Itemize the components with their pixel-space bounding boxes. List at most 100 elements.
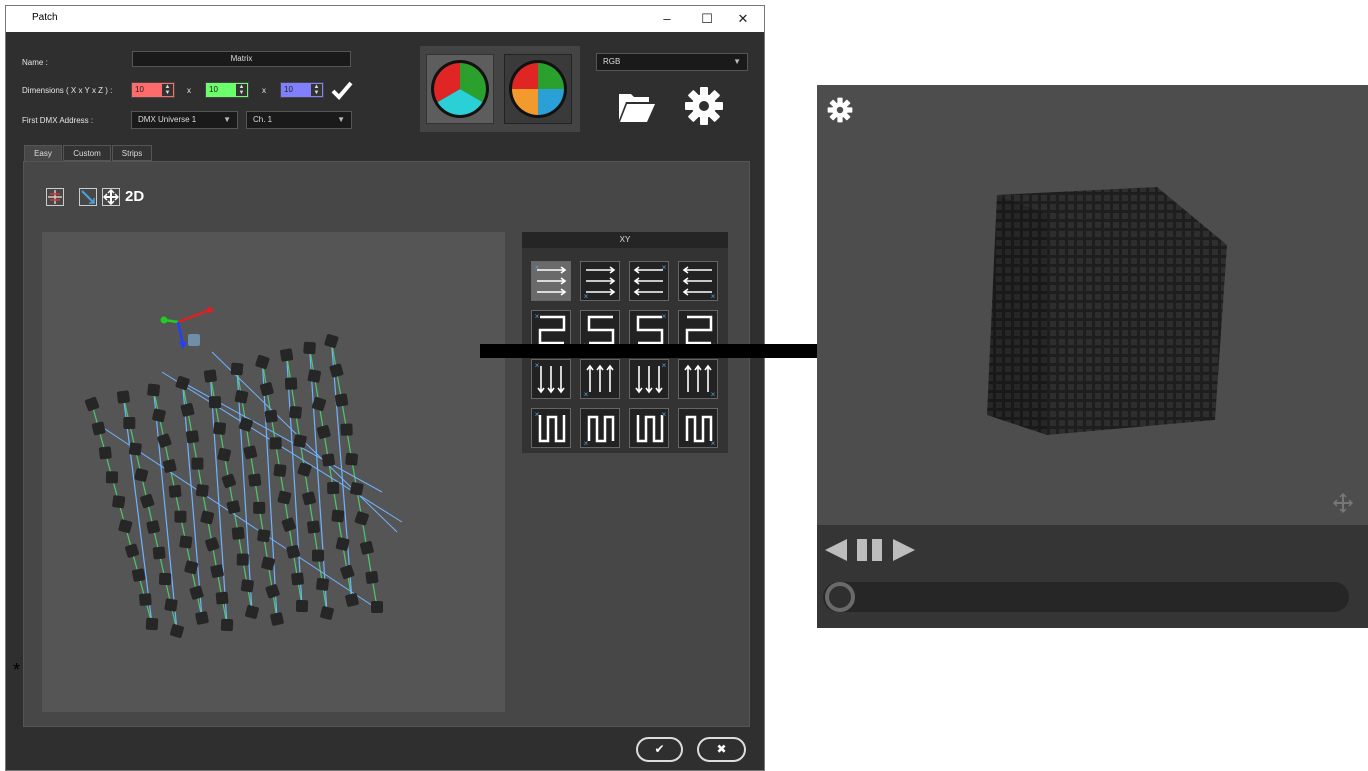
- led-pixel: [280, 348, 294, 362]
- led-pixel: [213, 422, 227, 435]
- folder-open-icon[interactable]: [617, 88, 657, 124]
- rgbw-wheel-button[interactable]: [504, 54, 572, 124]
- svg-text:×: ×: [662, 410, 667, 419]
- led-pixel: [255, 354, 270, 370]
- check-icon[interactable]: [331, 80, 353, 100]
- led-pixel: [331, 509, 345, 523]
- wire-line: [182, 382, 228, 626]
- led-pixel: [257, 529, 271, 543]
- gear-icon[interactable]: [827, 97, 853, 123]
- close-icon: ✖: [716, 742, 727, 756]
- led-pixel: [264, 409, 278, 423]
- spin-arrows-icon[interactable]: ▲ ▼: [162, 84, 173, 96]
- rgbw-wheel-icon: [509, 60, 567, 118]
- dim-x-spinbox[interactable]: 10 ▲ ▼: [131, 82, 175, 98]
- split-view-icon[interactable]: [46, 188, 64, 206]
- led-pixel: [170, 624, 184, 638]
- corner-select-icon[interactable]: [79, 188, 97, 206]
- wire-line: [182, 382, 203, 619]
- playback-slider[interactable]: [823, 582, 1349, 612]
- dim-y-spinbox[interactable]: 10 ▲ ▼: [205, 82, 249, 98]
- xy-pattern-button[interactable]: ×: [629, 261, 669, 301]
- led-pixel: [302, 491, 316, 506]
- rgb-wheel-button[interactable]: [426, 54, 494, 124]
- led-pixel: [152, 408, 166, 423]
- dim-z-spinbox[interactable]: 10 ▲ ▼: [280, 82, 324, 98]
- led-matrix-3d-view: [84, 307, 403, 638]
- svg-text:×: ×: [584, 390, 589, 398]
- led-pixel: [131, 568, 146, 582]
- wiring-pattern-icon: ×: [682, 266, 716, 301]
- xy-pattern-button[interactable]: ×: [531, 261, 571, 301]
- xy-pattern-button[interactable]: ×: [531, 408, 571, 448]
- slider-handle[interactable]: [825, 582, 855, 612]
- move-icon[interactable]: [1332, 492, 1354, 514]
- led-pixel: [91, 421, 106, 436]
- gear-icon[interactable]: [684, 86, 724, 126]
- name-label: Name :: [22, 58, 48, 67]
- led-pixel: [273, 464, 287, 477]
- xy-pattern-button[interactable]: ×: [678, 408, 718, 448]
- previous-icon[interactable]: [823, 537, 849, 563]
- tab-easy[interactable]: Easy: [24, 145, 62, 162]
- led-pixel: [164, 598, 178, 612]
- led-pixel: [146, 520, 160, 534]
- led-pixel: [231, 526, 245, 540]
- svg-text:×: ×: [711, 292, 716, 300]
- led-pixel: [191, 457, 204, 470]
- wire-line: [309, 347, 353, 601]
- led-pixel: [123, 417, 136, 429]
- universe-dropdown[interactable]: DMX Universe 1 ▼: [131, 111, 238, 129]
- led-pixel: [230, 362, 244, 376]
- svg-text:×: ×: [584, 292, 589, 300]
- wire-line: [91, 403, 153, 625]
- wiring-pattern-icon: ×: [685, 415, 716, 448]
- xy-header: XY: [522, 232, 728, 248]
- channel-dropdown[interactable]: Ch. 1 ▼: [246, 111, 352, 129]
- led-pixel: [186, 430, 199, 444]
- led-pixel: [236, 553, 249, 566]
- led-pixel: [265, 584, 280, 599]
- minimize-button[interactable]: –: [646, 6, 688, 32]
- cancel-button[interactable]: ✖: [697, 737, 746, 762]
- led-pixel: [118, 519, 133, 534]
- axis-gizmo-icon[interactable]: [160, 307, 214, 349]
- cube-preview-panel: [817, 85, 1368, 628]
- xy-pattern-button[interactable]: ×: [629, 408, 669, 448]
- xy-pattern-button[interactable]: ×: [580, 408, 620, 448]
- ok-button[interactable]: ✔: [636, 737, 683, 762]
- next-icon[interactable]: [891, 537, 917, 563]
- svg-text:×: ×: [711, 390, 716, 398]
- led-pixel: [184, 560, 199, 575]
- led-pixel: [248, 473, 262, 487]
- times-symbol: x: [262, 86, 266, 95]
- led-pixel: [139, 593, 152, 606]
- led-pixel: [293, 434, 307, 448]
- led-pixel: [203, 369, 217, 383]
- spin-arrows-icon[interactable]: ▲ ▼: [311, 84, 322, 96]
- led-pixel: [312, 549, 325, 562]
- close-window-button[interactable]: ✕: [722, 6, 764, 32]
- led-pixel: [269, 437, 282, 450]
- xy-pattern-button[interactable]: ×: [678, 261, 718, 301]
- 3d-viewport[interactable]: [42, 232, 505, 712]
- wire-line: [236, 368, 253, 613]
- view-mode-2d-label[interactable]: 2D: [125, 188, 144, 205]
- led-pixel: [179, 535, 193, 549]
- led-pixel: [124, 543, 140, 558]
- spin-arrows-icon[interactable]: ▲ ▼: [236, 84, 247, 96]
- color-mode-dropdown[interactable]: RGB ▼: [596, 53, 748, 71]
- tab-custom[interactable]: Custom: [63, 145, 111, 161]
- patch-dialog: Patch – ☐ ✕ Name : Matrix Dimensions ( X…: [5, 5, 765, 771]
- xy-pattern-button[interactable]: ×: [580, 261, 620, 301]
- led-pixel: [329, 363, 344, 378]
- wire-line: [330, 340, 378, 608]
- dmx-address-label: First DMX Address :: [22, 116, 94, 125]
- wire-line: [153, 389, 178, 632]
- led-pixel: [84, 396, 100, 412]
- led-pixel: [152, 546, 166, 560]
- pause-icon[interactable]: [855, 537, 885, 563]
- name-input[interactable]: Matrix: [132, 51, 351, 67]
- tab-strips[interactable]: Strips: [112, 145, 152, 161]
- move-icon[interactable]: [102, 188, 120, 206]
